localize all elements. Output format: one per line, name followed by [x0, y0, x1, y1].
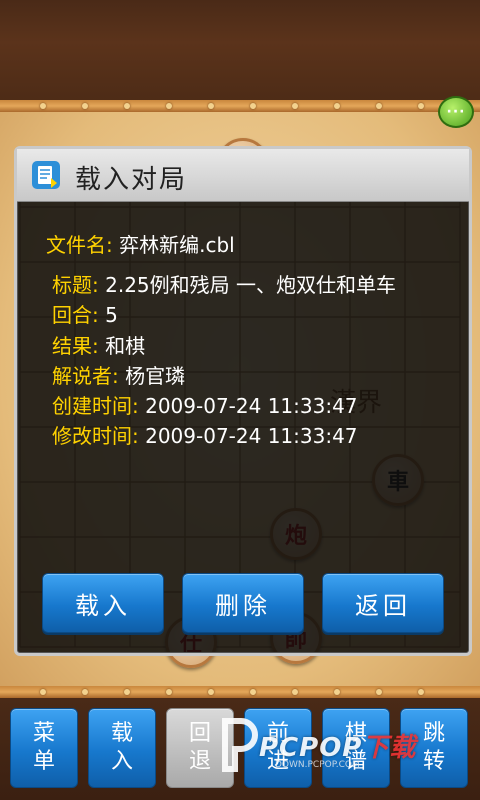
dialog-title: 载入对局	[75, 165, 188, 195]
filename-row: 文件名: 弈林新编.cbl	[46, 229, 235, 258]
created-row: 创建时间: 2009-07-24 11:33:47	[52, 390, 358, 419]
document-icon	[32, 161, 60, 189]
dialog-title-bar: 载入对局	[17, 149, 469, 202]
delete-button[interactable]: 删除	[182, 573, 304, 633]
moves-label: 回合:	[52, 303, 99, 327]
filename-value: 弈林新编.cbl	[119, 233, 235, 257]
result-row: 结果: 和棋	[52, 330, 145, 359]
load-button[interactable]: 载入	[42, 573, 164, 633]
pcpop-logo-icon	[222, 718, 258, 772]
watermark-logo: PCPOP下载 DOWN.PCPOP.COM	[215, 710, 475, 780]
bottom-rail	[0, 686, 480, 698]
moves-value: 5	[105, 303, 118, 327]
filename-label: 文件名:	[46, 233, 113, 257]
title-label: 标题:	[52, 273, 99, 297]
back-button[interactable]: 返回	[322, 573, 444, 633]
chat-icon[interactable]: ···	[438, 96, 474, 128]
top-rail	[0, 100, 480, 112]
modified-value: 2009-07-24 11:33:47	[145, 424, 358, 448]
result-value: 和棋	[105, 334, 146, 358]
load-toolbar-button[interactable]: 载 入	[88, 708, 156, 788]
created-label: 创建时间:	[52, 394, 139, 418]
moves-row: 回合: 5	[52, 299, 118, 328]
menu-button[interactable]: 菜 单	[10, 708, 78, 788]
title-row: 标题: 2.25例和残局 一、炮双仕和单车	[52, 269, 396, 298]
watermark-sub: DOWN.PCPOP.COM	[275, 760, 360, 770]
modified-label: 修改时间:	[52, 424, 139, 448]
load-game-dialog: 载入对局 文件名: 弈林新编.cbl 标题: 2.25例和残局 一、炮双仕和单车…	[14, 146, 472, 656]
watermark-accent: 下载	[362, 732, 417, 763]
commentator-row: 解说者: 杨官璘	[52, 360, 185, 389]
watermark-main: PCPOP	[259, 732, 363, 763]
title-value: 2.25例和残局 一、炮双仕和单车	[105, 273, 396, 297]
commentator-label: 解说者:	[52, 364, 119, 388]
result-label: 结果:	[52, 334, 99, 358]
top-wood-panel	[0, 0, 480, 106]
modified-row: 修改时间: 2009-07-24 11:33:47	[52, 420, 358, 449]
commentator-value: 杨官璘	[125, 364, 186, 388]
created-value: 2009-07-24 11:33:47	[145, 394, 358, 418]
